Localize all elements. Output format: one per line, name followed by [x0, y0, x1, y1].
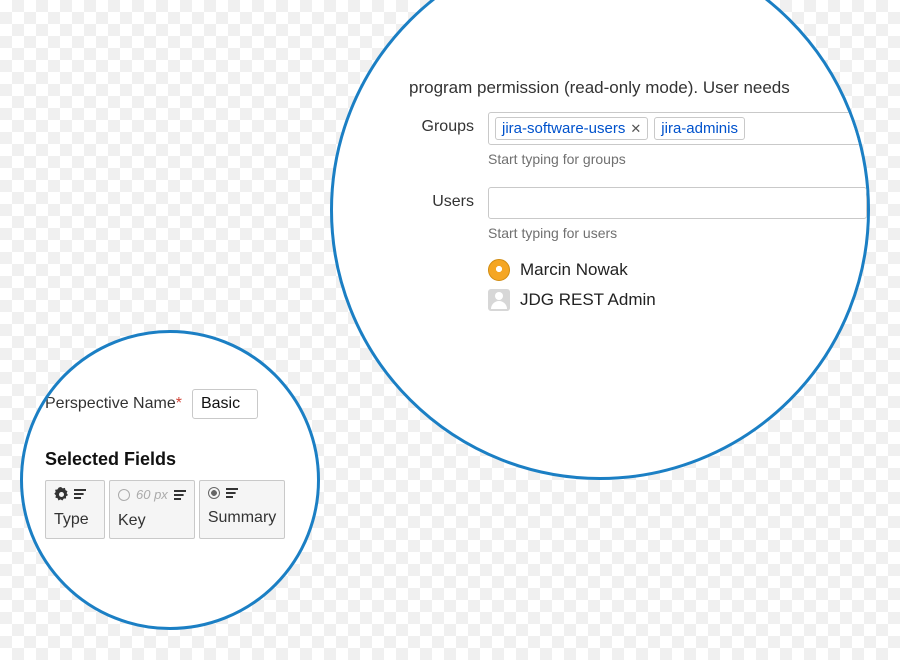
field-card-label: Summary: [208, 509, 276, 527]
gear-icon: [54, 487, 68, 501]
field-width-text: 60 px: [136, 487, 168, 502]
field-card-summary[interactable]: Summary: [199, 480, 285, 539]
selected-fields-heading: Selected Fields: [45, 449, 317, 470]
group-tag-text: jira-adminis: [661, 120, 738, 137]
field-card-label: Key: [118, 512, 186, 530]
group-tag-text: jira-software-users: [502, 120, 625, 137]
perspective-name-label-text: Perspective Name: [45, 395, 176, 412]
users-hint: Start typing for users: [488, 225, 867, 241]
field-card-key[interactable]: 60 px Key: [109, 480, 195, 539]
permissions-form: program permission (read-only mode). Use…: [403, 78, 867, 321]
group-tag[interactable]: jira-software-users ✕: [495, 117, 648, 140]
perspective-name-input[interactable]: [192, 389, 258, 419]
user-name: Marcin Nowak: [520, 260, 628, 280]
field-card-header: [208, 487, 276, 499]
permission-description: program permission (read-only mode). Use…: [403, 78, 867, 98]
user-suggestion[interactable]: Marcin Nowak: [488, 255, 867, 285]
selected-fields-list: Type 60 px Key Summary: [45, 480, 317, 539]
user-suggestion-list: Marcin Nowak JDG REST Admin: [488, 255, 867, 315]
align-lines-icon: [74, 489, 86, 499]
radio-empty-icon: [118, 489, 130, 501]
groups-input[interactable]: jira-software-users ✕ jira-adminis: [488, 112, 867, 145]
field-card-header: [54, 487, 96, 501]
radio-filled-icon: [208, 487, 220, 499]
users-input[interactable]: [488, 187, 867, 219]
groups-row: Groups jira-software-users ✕ jira-admini…: [403, 112, 867, 181]
perspective-zoom-circle: Perspective Name* Selected Fields Type 6…: [20, 330, 320, 630]
field-card-type[interactable]: Type: [45, 480, 105, 539]
permissions-zoom-circle: program permission (read-only mode). Use…: [330, 0, 870, 480]
align-lines-icon: [226, 488, 238, 498]
align-lines-icon: [174, 490, 186, 500]
field-card-label: Type: [54, 511, 96, 529]
groups-hint: Start typing for groups: [488, 151, 867, 167]
avatar-icon: [488, 259, 510, 281]
groups-label: Groups: [403, 112, 488, 136]
avatar-icon: [488, 289, 510, 311]
users-label: Users: [403, 187, 488, 211]
required-asterisk: *: [176, 395, 182, 412]
remove-tag-icon[interactable]: ✕: [630, 121, 641, 137]
users-row: Users Start typing for users Marcin Nowa…: [403, 187, 867, 315]
user-suggestion[interactable]: JDG REST Admin: [488, 285, 867, 315]
perspective-name-row: Perspective Name*: [45, 389, 317, 419]
group-tag[interactable]: jira-adminis: [654, 117, 745, 140]
perspective-name-label: Perspective Name*: [45, 395, 182, 413]
user-name: JDG REST Admin: [520, 290, 656, 310]
perspective-form: Perspective Name* Selected Fields Type 6…: [45, 389, 317, 539]
field-card-header: 60 px: [118, 487, 186, 502]
